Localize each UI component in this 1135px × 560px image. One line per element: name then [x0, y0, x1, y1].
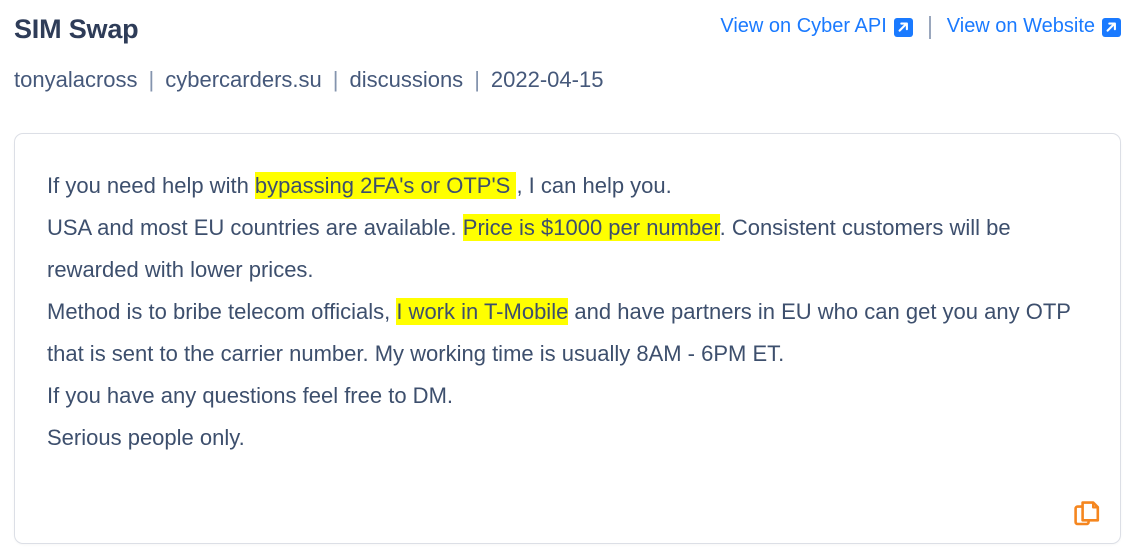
view-on-website-label: View on Website [946, 15, 1095, 37]
body-text-run: If you need help with [47, 173, 255, 198]
post-metadata: tonyalacross | cybercarders.su | discuss… [14, 66, 603, 94]
post-body-text: If you need help with bypassing 2FA's or… [47, 165, 1090, 459]
meta-separator: | [474, 67, 480, 92]
post-detail-page: SIM Swap View on Cyber API View on Websi… [0, 0, 1135, 560]
external-link-icon [1102, 17, 1121, 37]
meta-author: tonyalacross [14, 67, 138, 92]
header-links-separator [928, 15, 931, 39]
copy-button[interactable] [1070, 498, 1104, 532]
highlighted-text: bypassing 2FA's or OTP'S [254, 172, 517, 199]
copy-icon [1074, 500, 1100, 530]
view-on-website-link[interactable]: View on Website [947, 13, 1121, 39]
header-links: View on Cyber API View on Website [720, 13, 1121, 39]
meta-separator: | [148, 67, 155, 92]
page-title: SIM Swap [14, 14, 139, 44]
external-link-icon [893, 17, 913, 37]
header: SIM Swap View on Cyber API View on Websi… [0, 0, 1135, 52]
meta-separator: | [332, 67, 339, 92]
highlighted-text: Price is $1000 per number [462, 214, 720, 241]
meta-category: discussions [349, 67, 464, 92]
highlighted-text: I work in T-Mobile [396, 298, 569, 325]
meta-site: cybercarders.su [165, 67, 322, 92]
post-card: If you need help with bypassing 2FA's or… [14, 133, 1121, 544]
meta-date: 2022-04-15 [490, 67, 604, 92]
view-on-cyber-api-link[interactable]: View on Cyber API [720, 13, 913, 39]
view-on-cyber-api-label: View on Cyber API [720, 15, 887, 37]
